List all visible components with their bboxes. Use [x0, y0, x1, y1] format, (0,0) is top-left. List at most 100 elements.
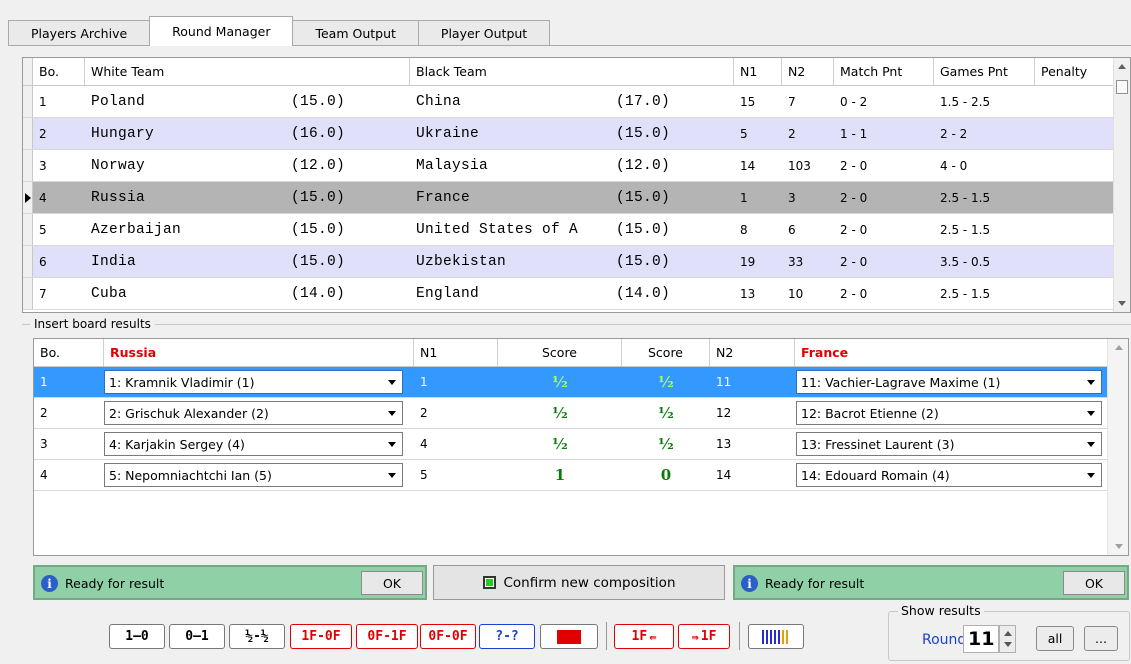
confirm-composition-button[interactable]: Confirm new composition	[433, 565, 725, 600]
scroll-down-icon[interactable]	[1118, 301, 1126, 306]
row-header[interactable]	[23, 214, 33, 245]
row-header[interactable]	[23, 246, 33, 277]
result-white-wins-button[interactable]: 1–0	[109, 624, 165, 649]
info-icon: i	[741, 575, 758, 592]
result-black-wins-button[interactable]: 0–1	[169, 624, 225, 649]
show-all-button[interactable]: all	[1036, 626, 1074, 651]
black-player-number: 13	[716, 437, 732, 451]
tab-round-manager[interactable]: Round Manager	[149, 16, 294, 46]
row-header[interactable]	[23, 182, 33, 213]
board-row[interactable]: 3 4: Karjakin Sergey (4) 4 ½ ½ 13 13: Fressine…	[34, 429, 1108, 460]
white-player-select[interactable]: 1: Kramnik Vladimir (1)	[104, 370, 403, 394]
spin-down-icon[interactable]	[1004, 642, 1012, 647]
pairing-row[interactable]: 1 Poland (15.0) China (17.0) 15 7 0 - 2 1.5 - 2.…	[23, 86, 1114, 118]
white-player-select[interactable]: 5: Nepomniachtchi Ian (5)	[104, 463, 403, 487]
row-n1: 13	[740, 286, 756, 301]
board-row[interactable]: 1 1: Kramnik Vladimir (1) 1 ½ ½ 11 11: Vachier…	[34, 367, 1108, 398]
row-white-team: Russia	[91, 189, 146, 206]
black-player-select[interactable]: 11: Vachier-Lagrave Maxime (1)	[796, 370, 1102, 394]
pairing-row[interactable]: 4 Russia (15.0) France (15.0) 1 3 2 - 0 2.5 - 1.…	[23, 182, 1114, 214]
row-header[interactable]	[23, 118, 33, 149]
row-white-points: (14.0)	[291, 285, 346, 302]
forfeit-right-button[interactable]: ⇛ 1F	[678, 624, 730, 649]
white-ok-button[interactable]: OK	[361, 571, 423, 595]
tab-players-archive[interactable]: Players Archive	[8, 20, 151, 46]
chevron-down-icon[interactable]	[388, 411, 396, 416]
pairing-row[interactable]: 2 Hungary (16.0) Ukraine (15.0) 5 2 1 - 1 2 - 2	[23, 118, 1114, 150]
col-header-n1[interactable]: N1	[734, 58, 782, 85]
chevron-down-icon[interactable]	[1087, 411, 1095, 416]
white-player-select[interactable]: 2: Grischuk Alexander (2)	[104, 401, 403, 425]
scroll-down-icon[interactable]	[1115, 544, 1123, 549]
col-header-n2[interactable]: N2	[782, 58, 834, 85]
forfeit-black-wins-button[interactable]: 0F-1F	[356, 624, 418, 649]
pairings-grid[interactable]: Bo. White Team Black Team N1 N2 Match Pn…	[22, 57, 1131, 313]
pairing-row[interactable]: 5 Azerbaijan (15.0) United States of A (15.0…	[23, 214, 1114, 246]
black-player-select[interactable]: 13: Fressinet Laurent (3)	[796, 432, 1102, 456]
current-row-icon	[25, 193, 31, 203]
unknown-result-button[interactable]: ?-?	[479, 624, 535, 649]
black-player-select[interactable]: 14: Edouard Romain (4)	[796, 463, 1102, 487]
scroll-up-icon[interactable]	[1118, 64, 1126, 69]
col-header-penalty[interactable]: Penalty	[1035, 58, 1114, 85]
more-options-button[interactable]: ...	[1084, 626, 1118, 651]
row-header[interactable]	[23, 150, 33, 181]
board-results-scrollbar[interactable]	[1107, 339, 1128, 555]
black-score[interactable]: ½	[622, 429, 710, 459]
row-black-points: (15.0)	[616, 125, 671, 142]
black-player-select[interactable]: 12: Bacrot Etienne (2)	[796, 401, 1102, 425]
board-row[interactable]: 2 2: Grischuk Alexander (2) 2 ½ ½ 12 12: Bacro…	[34, 398, 1108, 429]
tab-team-output[interactable]: Team Output	[292, 20, 419, 46]
chevron-down-icon[interactable]	[1087, 473, 1095, 478]
pairings-scrollbar[interactable]	[1113, 58, 1130, 312]
col-header-games-pnt[interactable]: Games Pnt	[934, 58, 1035, 85]
double-forfeit-button[interactable]: 0F-0F	[420, 624, 476, 649]
row-match-pnt: 2 - 0	[840, 190, 868, 205]
result-draw-button[interactable]: ½-½	[229, 624, 285, 649]
scroll-up-icon[interactable]	[1115, 345, 1123, 350]
tab-player-output[interactable]: Player Output	[417, 20, 551, 46]
pairings-header-row: Bo. White Team Black Team N1 N2 Match Pn…	[23, 58, 1114, 86]
white-player-select[interactable]: 4: Karjakin Sergey (4)	[104, 432, 403, 456]
white-score[interactable]: 1	[498, 460, 622, 490]
chevron-down-icon[interactable]	[1087, 442, 1095, 447]
white-score[interactable]: ½	[498, 429, 622, 459]
col-header-score-black: Score	[622, 339, 710, 366]
black-score[interactable]: ½	[622, 367, 710, 397]
pairing-row[interactable]: 7 Cuba (14.0) England (14.0) 13 10 2 - 0 2.5 - 1…	[23, 278, 1114, 310]
board-results-grid[interactable]: Bo. Russia N1 Score Score N2 France 1 1: …	[33, 338, 1129, 556]
row-games-pnt: 2.5 - 1.5	[940, 222, 991, 237]
col-header-white-team[interactable]: White Team	[85, 58, 410, 85]
black-score[interactable]: 0	[622, 460, 710, 490]
pairing-row[interactable]: 6 India (15.0) Uzbekistan (15.0) 19 33 2 - 0 3.5…	[23, 246, 1114, 278]
row-header[interactable]	[23, 278, 33, 309]
chevron-down-icon[interactable]	[388, 442, 396, 447]
round-number-input[interactable]: 11	[963, 625, 999, 653]
row-bo: 1	[39, 94, 47, 109]
white-score[interactable]: ½	[498, 367, 622, 397]
row-black-team: United States of A	[416, 221, 579, 238]
col-header-black-team[interactable]: Black Team	[410, 58, 734, 85]
row-header[interactable]	[23, 86, 33, 117]
scroll-thumb[interactable]	[1116, 80, 1128, 94]
black-ok-button[interactable]: OK	[1063, 571, 1125, 595]
col-header-bo[interactable]: Bo.	[33, 58, 85, 85]
white-player-value: 5: Nepomniachtchi Ian (5)	[109, 467, 272, 483]
black-score[interactable]: ½	[622, 398, 710, 428]
spin-up-icon[interactable]	[1004, 631, 1012, 636]
pairing-row[interactable]: 3 Norway (12.0) Malaysia (12.0) 14 103 2 - 0 4 -…	[23, 150, 1114, 182]
board-list-button[interactable]	[748, 624, 804, 649]
chevron-down-icon[interactable]	[388, 380, 396, 385]
chevron-down-icon[interactable]	[388, 473, 396, 478]
chevron-down-icon[interactable]	[1087, 380, 1095, 385]
white-score[interactable]: ½	[498, 398, 622, 428]
board-row[interactable]: 4 5: Nepomniachtchi Ian (5) 5 1 0 14 14: Edoua…	[34, 460, 1108, 491]
black-status-panel: i Ready for result OK	[733, 565, 1129, 600]
forfeit-white-wins-button[interactable]: 1F-0F	[290, 624, 352, 649]
row-black-points: (12.0)	[616, 157, 671, 174]
forfeit-left-button[interactable]: 1F ⇚	[614, 624, 674, 649]
black-player-value: 12: Bacrot Etienne (2)	[801, 405, 939, 421]
col-header-match-pnt[interactable]: Match Pnt	[834, 58, 934, 85]
round-spinner[interactable]	[999, 625, 1016, 653]
red-flag-button[interactable]	[540, 624, 598, 649]
